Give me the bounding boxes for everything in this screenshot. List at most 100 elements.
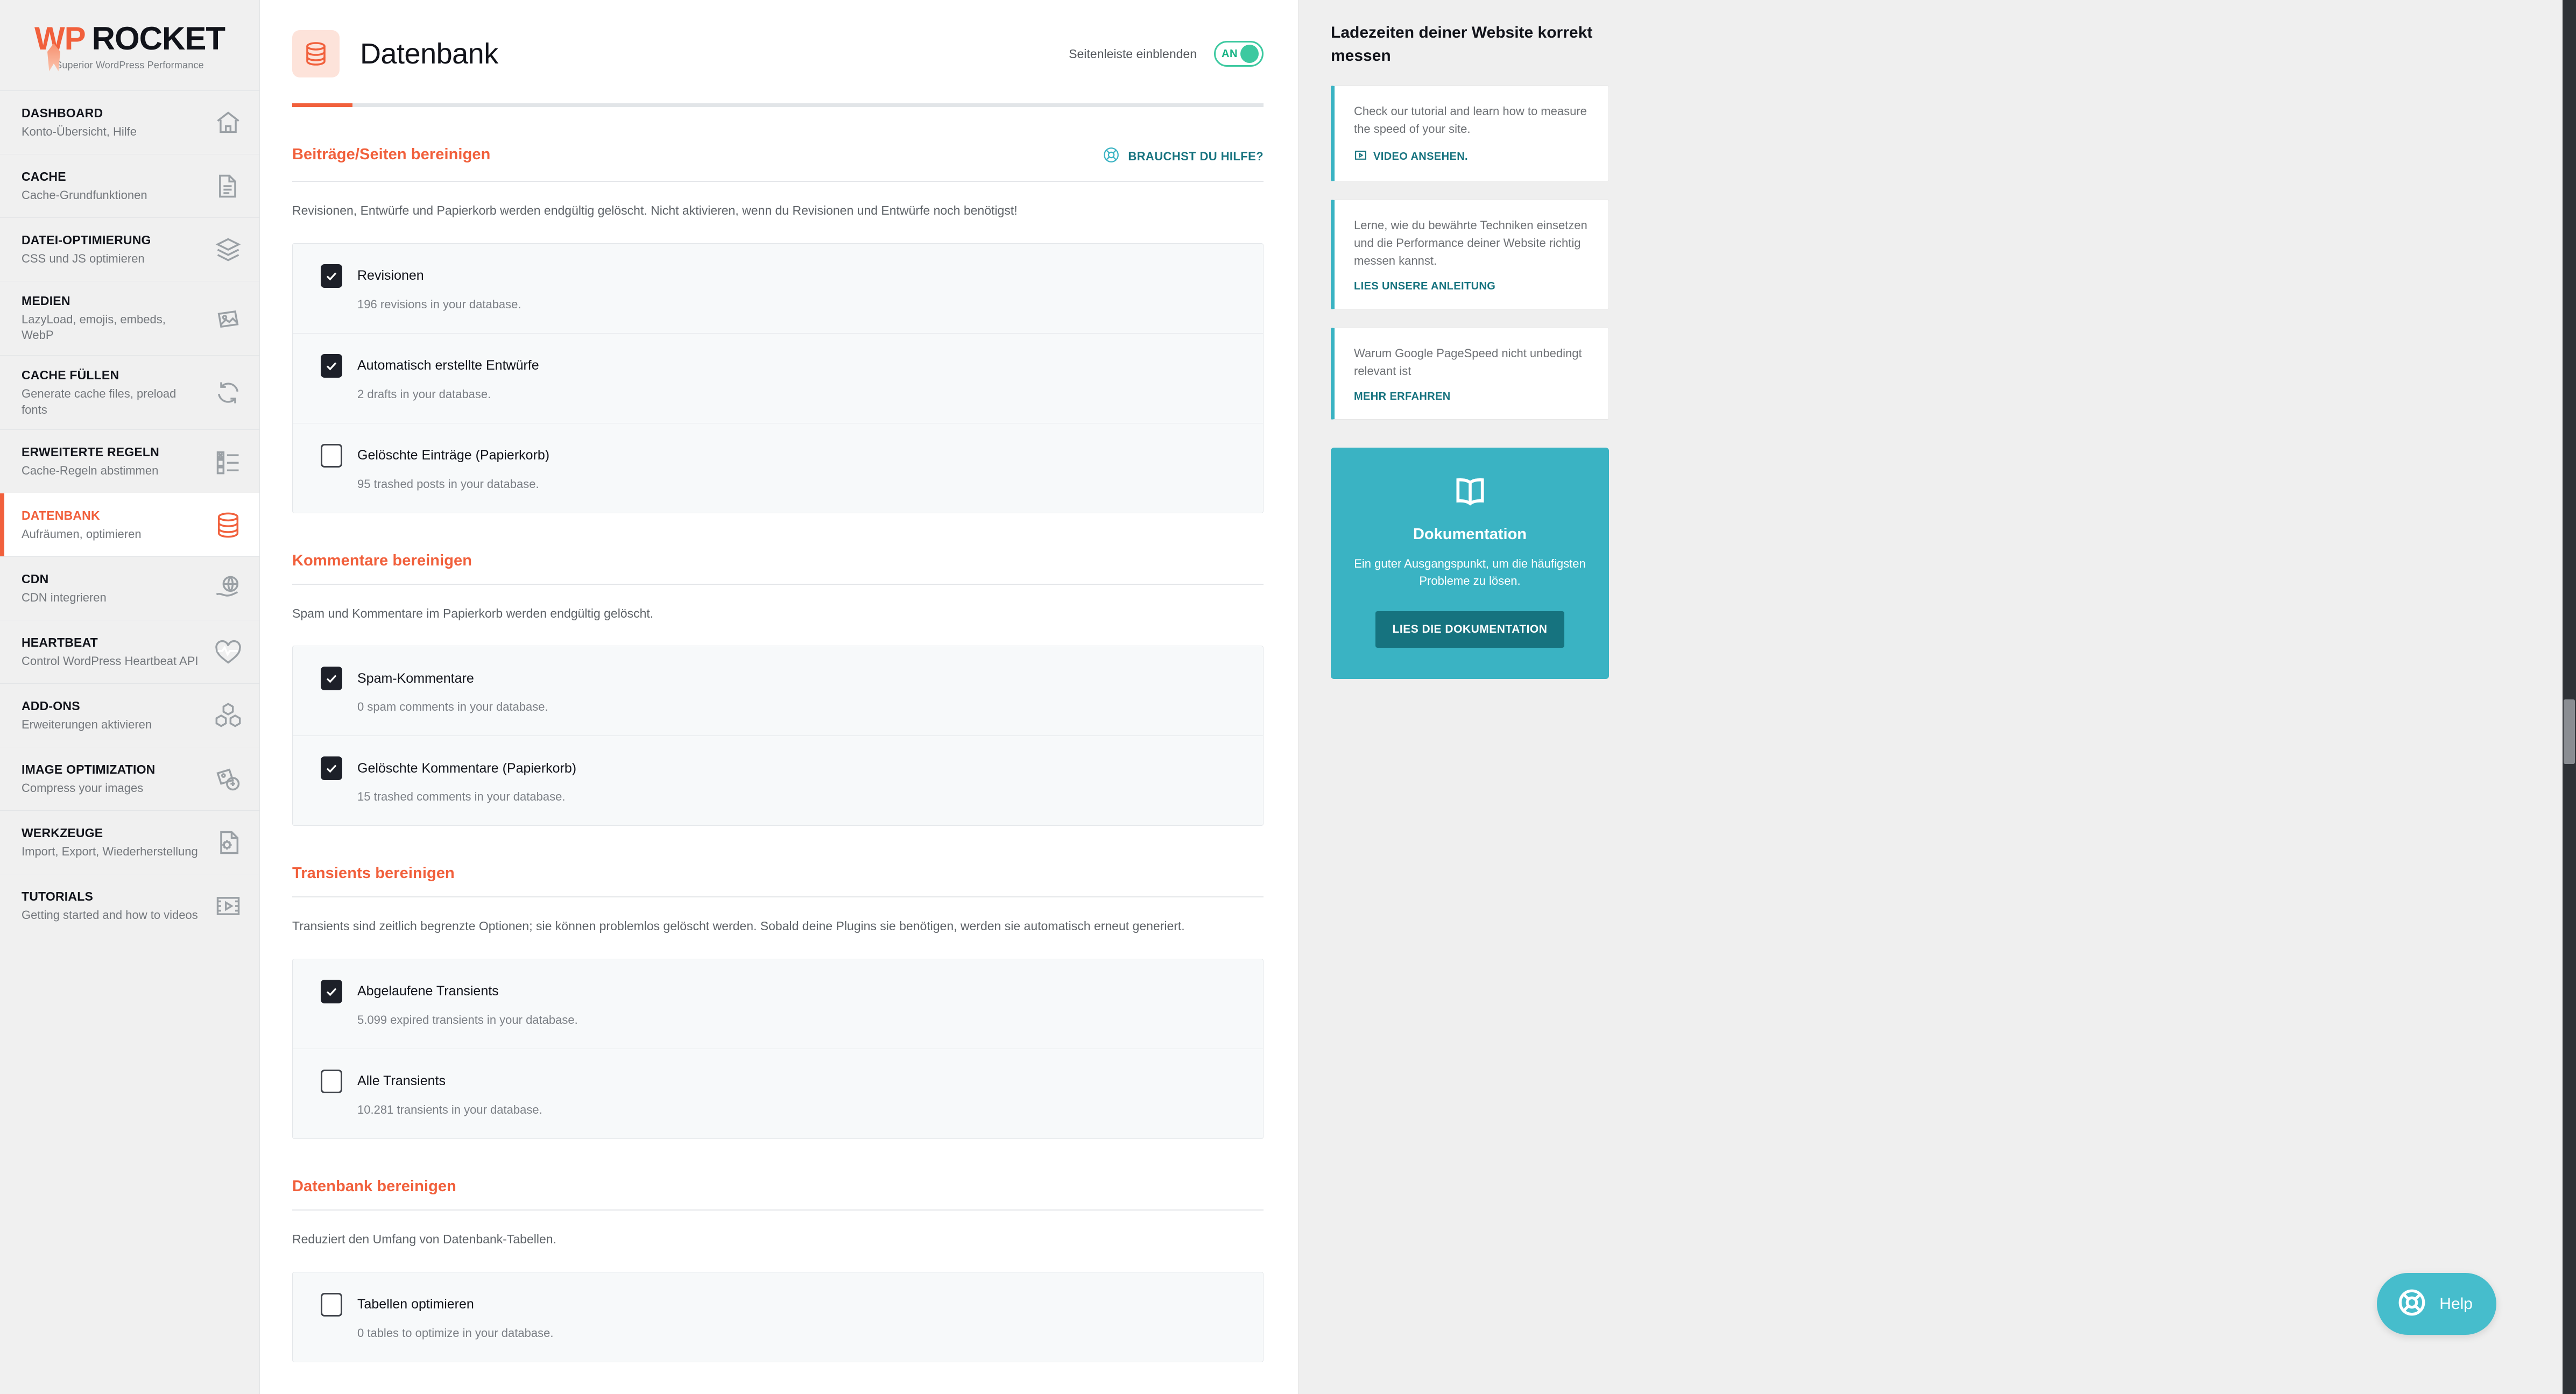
checkbox[interactable] [321,1292,342,1317]
option-label: Alle Transients [357,1073,446,1089]
checkbox[interactable] [321,1069,342,1093]
option-group: Tabellen optimieren 0 tables to optimize … [292,1271,1264,1362]
checkbox[interactable] [321,667,342,691]
documentation-title: Dokumentation [1413,526,1527,543]
main-content: Datenbank Seitenleiste einblenden AN Bei… [260,0,1298,1394]
sidebar-item-medien[interactable]: MEDIEN LazyLoad, emojis, embeds, WebP [0,281,259,355]
section-title: Datenbank bereinigen [292,1177,456,1195]
video-icon [1354,148,1367,165]
option-label: Automatisch erstellte Entwürfe [357,358,539,373]
sidebar-item-datenbank[interactable]: DATENBANK Aufräumen, optimieren [0,493,259,557]
lifebuoy-icon [1102,146,1120,167]
sidebar-item-title: WERKZEUGE [22,826,103,840]
section-divider [292,1209,1264,1211]
logo-tagline: Superior WordPress Performance [55,59,204,70]
sidebar-item-desc: Control WordPress Heartbeat API [22,654,199,668]
option-row: Automatisch erstellte Entwürfe 2 drafts i… [293,332,1263,423]
option-description: 2 drafts in your database. [357,387,491,401]
option-row: Spam-Kommentare 0 spam comments in your d… [293,646,1263,735]
need-help-label: BRAUCHST DU HILFE? [1128,149,1264,163]
sidebar-item-cdn[interactable]: CDN CDN integrieren [0,556,259,620]
option-description: 196 revisions in your database. [357,297,521,311]
sidebar-item-desc: CSS und JS optimieren [22,251,145,265]
sidebar-item-datei-optimierung[interactable]: DATEI-OPTIMIERUNG CSS und JS optimieren [0,217,259,281]
wp-rocket-settings-page: WP ROCKET Superior WordPress Performance… [0,0,2576,1394]
lifebuoy-icon [2396,1287,2427,1321]
checkbox[interactable] [321,353,342,378]
option-description: 95 trashed posts in your database. [357,477,539,491]
option-description: 15 trashed comments in your database. [357,790,566,804]
sidebar-item-desc: Cache-Grundfunktionen [22,188,147,202]
checkbox[interactable] [321,264,342,288]
aside-title: Ladezeiten deiner Website korrekt messen [1331,24,1593,65]
sidebar-item-erweiterte-regeln[interactable]: ERWEITERTE REGELN Cache-Regeln abstimmen [0,429,259,493]
scrollbar-thumb[interactable] [2564,699,2575,764]
scrollbar[interactable] [2563,0,2576,1394]
help-button-label: Help [2439,1294,2473,1313]
sidebar-item-dashboard[interactable]: DASHBOARD Konto-Übersicht, Hilfe [0,90,259,154]
option-description: 5.099 expired transients in your databas… [357,1013,578,1027]
option-row: Tabellen optimieren 0 tables to optimize … [293,1272,1263,1362]
sidebar-item-title: MEDIEN [22,294,70,308]
sidebar-item-desc: Generate cache files, preload fonts [22,386,177,416]
image-icon [212,302,244,335]
option-row: Revisionen 196 revisions in your database… [293,244,1263,333]
tip-link[interactable]: VIDEO ANSEHEN. [1354,148,1590,165]
document-icon [212,170,244,202]
help-button[interactable]: Help [2377,1273,2496,1335]
section-description: Reduziert den Umfang von Datenbank-Tabel… [292,1232,556,1246]
section-description: Transients sind zeitlich begrenzte Optio… [292,919,1185,933]
globe-hand-icon [212,572,244,605]
tip-link[interactable]: LIES UNSERE ANLEITUNG [1354,280,1590,293]
option-description: 0 tables to optimize in your database. [357,1326,554,1340]
option-row: Alle Transients 10.281 transients in your… [293,1048,1263,1138]
sidebar-item-add-ons[interactable]: ADD-ONS Erweiterungen aktivieren [0,683,259,747]
option-description: 0 spam comments in your database. [357,700,548,714]
section-description: Revisionen, Entwürfe und Papierkorb werd… [292,203,1018,217]
option-label: Abgelaufene Transients [357,983,499,999]
logo-wp-text: WP [34,20,86,56]
refresh-icon [212,377,244,409]
sidebar-item-desc: CDN integrieren [22,590,107,604]
sidebar-item-title: ADD-ONS [22,699,80,713]
tip-link-label: MEHR ERFAHREN [1354,391,1451,403]
sidebar-item-tutorials[interactable]: TUTORIALS Getting started and how to vide… [0,874,259,937]
sidebar-toggle-switch[interactable]: AN [1214,41,1264,67]
section-divider [292,583,1264,585]
sidebar-item-title: TUTORIALS [22,889,93,904]
sidebar-item-werkzeuge[interactable]: WERKZEUGE Import, Export, Wiederherstellu… [0,810,259,874]
checkbox[interactable] [321,756,342,781]
sidebar-item-desc: Konto-Übersicht, Hilfe [22,124,137,138]
option-label: Gelöschte Kommentare (Papierkorb) [357,760,577,776]
sidebar-item-title: CACHE FÜLLEN [22,368,119,383]
sidebar-item-image-optimization[interactable]: IMAGE OPTIMIZATION Compress your images [0,747,259,810]
checkbox[interactable] [321,443,342,468]
video-icon [212,890,244,922]
option-group: Spam-Kommentare 0 spam comments in your d… [292,646,1264,826]
logo-rocket-text: ROCKET [91,20,225,56]
database-icon [292,30,340,77]
settings-section: Kommentare bereinigen Spam und Kommentare… [292,552,1264,826]
sidebar-item-cache[interactable]: CACHE Cache-Grundfunktionen [0,154,259,217]
image-compress-icon [212,763,244,795]
option-label: Gelöschte Einträge (Papierkorb) [357,448,550,463]
read-documentation-button[interactable]: LIES DIE DOKUMENTATION [1375,611,1565,648]
settings-section: Transients bereinigen Transients sind zei… [292,865,1264,1139]
sidebar-item-cache-f-llen[interactable]: CACHE FÜLLEN Generate cache files, preloa… [0,355,259,429]
section-title: Kommentare bereinigen [292,551,472,569]
sidebar-item-heartbeat[interactable]: HEARTBEAT Control WordPress Heartbeat API [0,620,259,683]
option-row: Gelöschte Einträge (Papierkorb) 95 trashe… [293,422,1263,513]
section-divider [292,896,1264,898]
need-help-link[interactable]: BRAUCHST DU HILFE? [1102,146,1264,167]
tip-link-label: VIDEO ANSEHEN. [1373,150,1469,162]
sidebar-item-title: HEARTBEAT [22,635,98,650]
sidebar-item-desc: Getting started and how to videos [22,908,198,922]
home-icon [212,107,244,139]
tip-card: Lerne, wie du bewährte Techniken einsetz… [1331,200,1609,310]
tip-card-list: Check our tutorial and learn how to meas… [1331,86,1609,420]
tip-text: Check our tutorial and learn how to meas… [1354,104,1587,136]
heartbeat-icon [212,636,244,668]
checkbox[interactable] [321,979,342,1003]
tip-link[interactable]: MEHR ERFAHREN [1354,391,1590,403]
page-header: Datenbank Seitenleiste einblenden AN [260,0,1298,107]
